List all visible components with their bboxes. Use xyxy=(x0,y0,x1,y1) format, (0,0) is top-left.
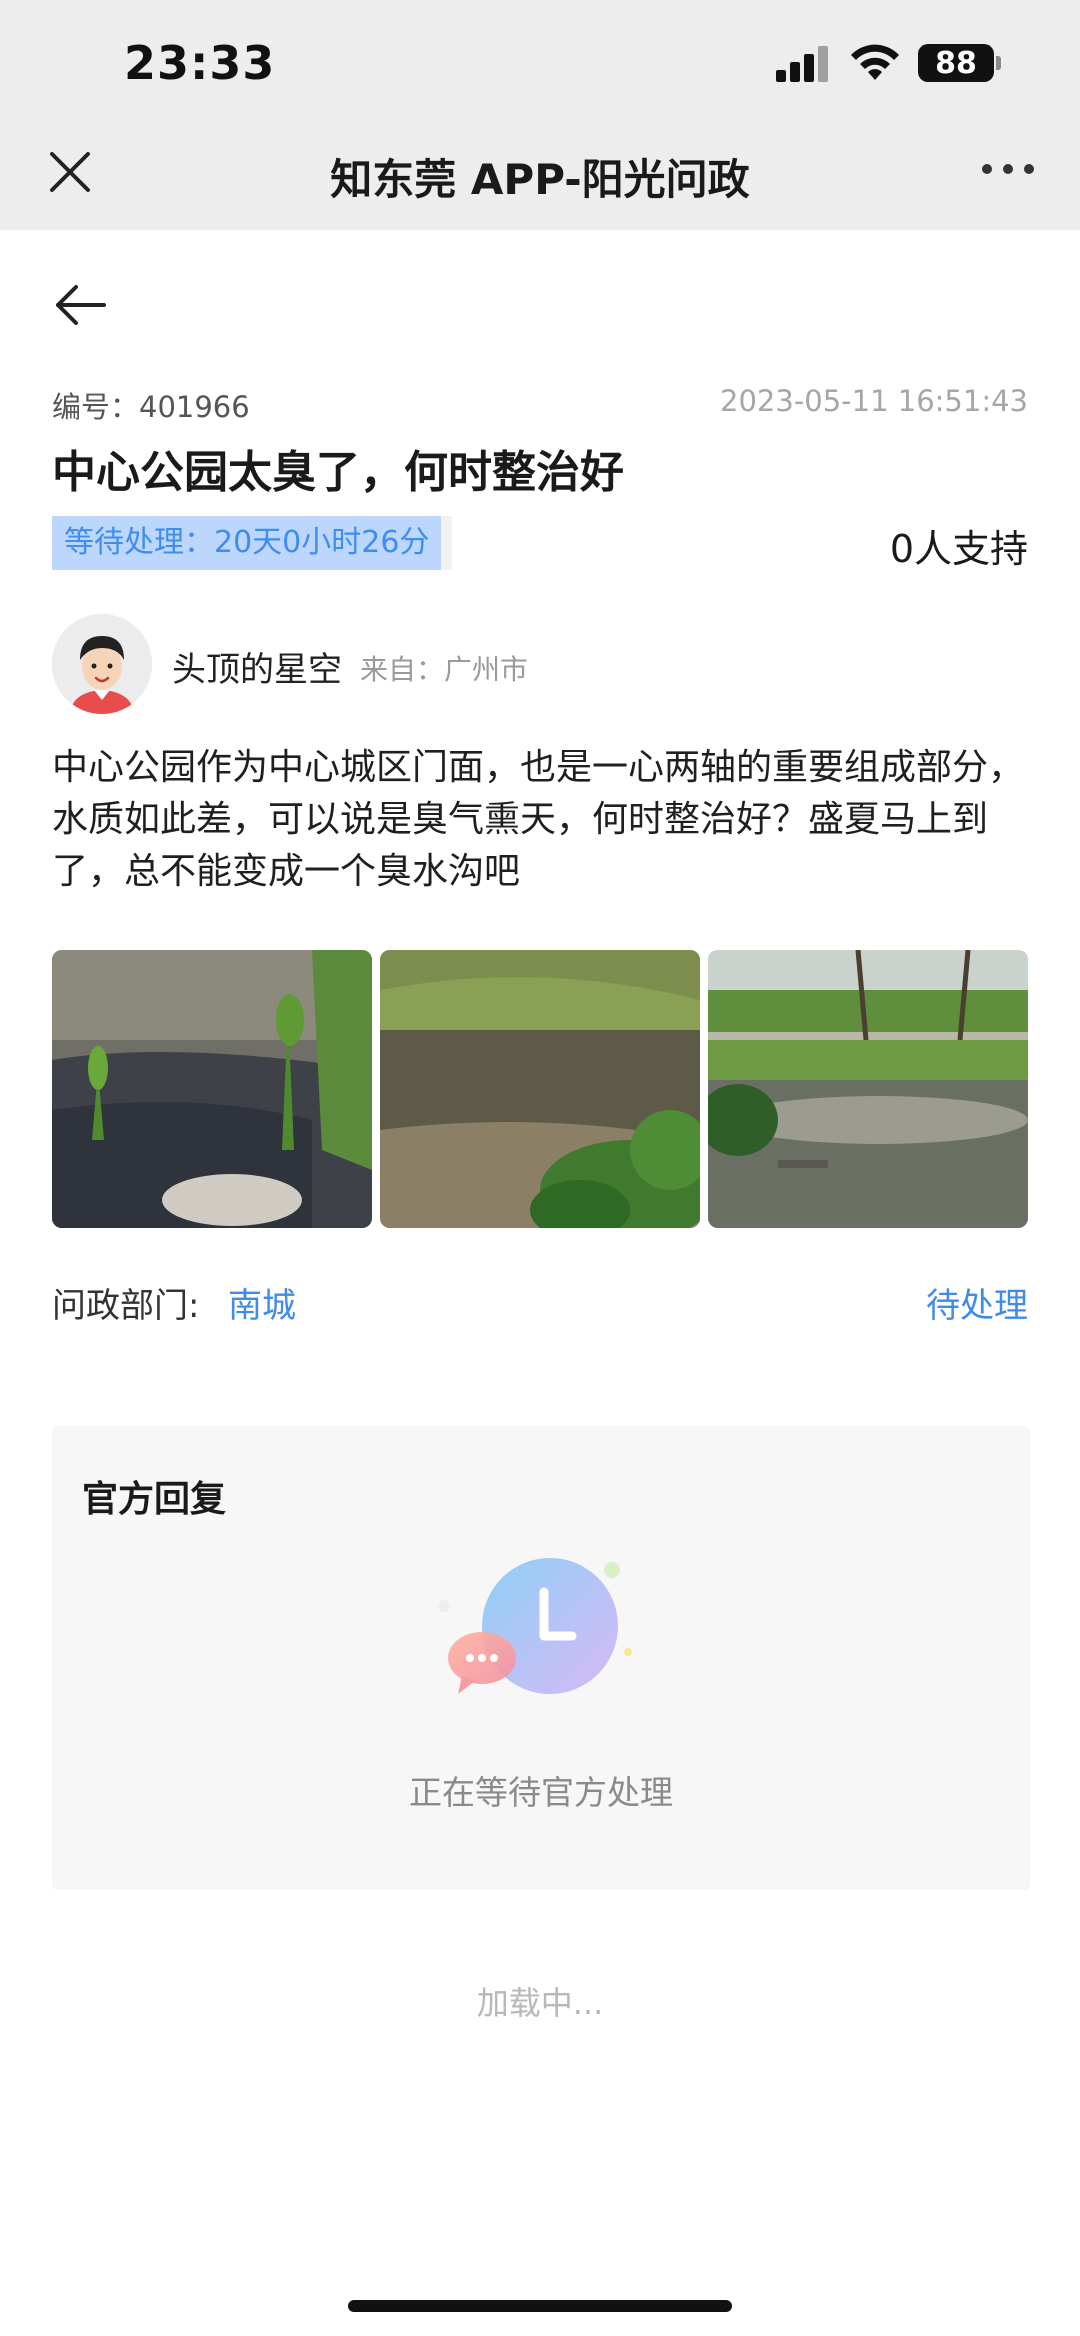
back-arrow-icon[interactable] xyxy=(54,282,108,328)
photo-1[interactable] xyxy=(52,950,372,1228)
loading-text: 加载中... xyxy=(476,1984,604,2022)
photo-gallery xyxy=(52,950,1028,1228)
official-reply-card: 官方回复 正在等待官方处理 xyxy=(52,1426,1030,1890)
cellular-signal-icon xyxy=(776,44,834,82)
top-bar: 23:33 88 知东莞 APP-阳光问政 xyxy=(0,0,1080,230)
page-title: 知东莞 APP-阳光问政 xyxy=(330,155,750,204)
post-title: 中心公园太臭了，何时整治好 xyxy=(52,447,624,498)
author-name[interactable]: 头顶的星空 xyxy=(172,642,342,691)
clock-chat-icon xyxy=(438,1558,632,1694)
author-location: 来自：广州市 xyxy=(360,653,529,686)
reply-title: 官方回复 xyxy=(82,1479,227,1520)
photo-2[interactable] xyxy=(380,950,700,1228)
photo-3[interactable] xyxy=(708,950,1028,1228)
post-body: 中心公园作为中心城区门面，也是一心两轴的重要组成部分，水质如此差，可以说是臭气熏… xyxy=(52,747,1025,892)
reply-status: 正在等待官方处理 xyxy=(409,1773,673,1812)
post-date: 2023-05-11 16:51:43 xyxy=(720,384,1028,418)
support-count[interactable]: 0人支持 xyxy=(890,518,1028,573)
home-indicator[interactable] xyxy=(348,2300,732,2312)
waiting-badge: 等待处理：20天0小时26分 xyxy=(52,516,452,570)
department-label: 问政部门: xyxy=(52,1286,200,1326)
avatar[interactable] xyxy=(52,614,152,714)
wifi-icon xyxy=(851,44,899,80)
battery-icon: 88 xyxy=(918,44,994,82)
waiting-text: 等待处理：20天0小时26分 xyxy=(52,516,442,570)
battery-tip xyxy=(996,56,1001,70)
more-options-icon[interactable] xyxy=(982,164,1034,178)
status-badge: 待处理 xyxy=(926,1286,1028,1326)
post-serial: 编号：401966 xyxy=(52,390,250,424)
status-time: 23:33 xyxy=(124,36,276,90)
department-link[interactable]: 南城 xyxy=(228,1278,296,1327)
